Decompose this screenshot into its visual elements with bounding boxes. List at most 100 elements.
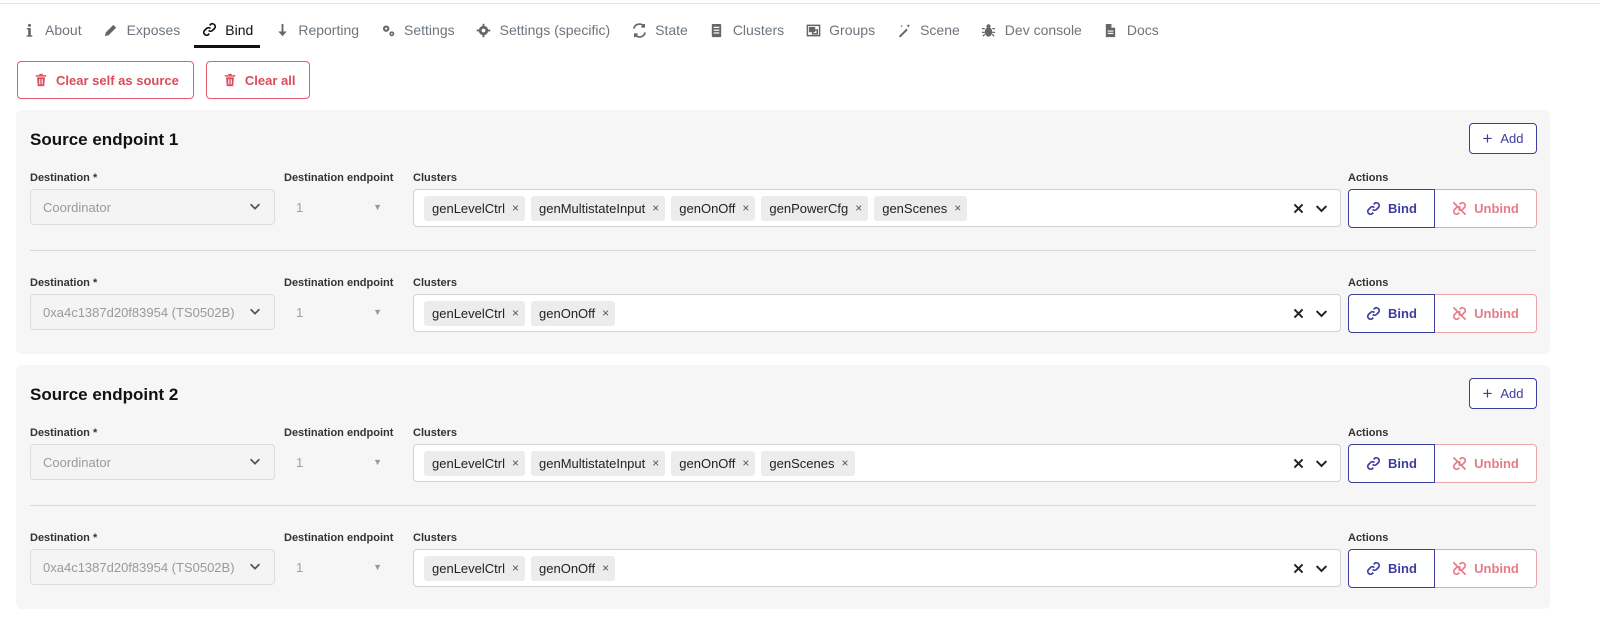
object-group-icon	[805, 22, 821, 38]
actions-label: Actions	[1348, 277, 1389, 289]
remove-chip-icon[interactable]: ×	[742, 201, 749, 215]
remove-chip-icon[interactable]: ×	[742, 456, 749, 470]
add-label: Add	[1500, 131, 1524, 146]
remove-chip-icon[interactable]: ×	[512, 201, 519, 215]
chevron-down-icon	[248, 199, 262, 216]
chevron-down-icon[interactable]	[1315, 562, 1328, 575]
destination-endpoint-label: Destination endpoint	[284, 427, 394, 439]
tab-dev-console[interactable]: Dev console	[974, 14, 1089, 46]
destination-endpoint-label: Destination endpoint	[284, 172, 394, 184]
remove-chip-icon[interactable]: ×	[954, 201, 961, 215]
remove-chip-icon[interactable]: ×	[512, 306, 519, 320]
unbind-button[interactable]: Unbind	[1435, 189, 1537, 228]
cluster-chip-label: genMultistateInput	[539, 455, 646, 471]
unlink-icon	[1452, 306, 1467, 321]
remove-chip-icon[interactable]: ×	[652, 201, 659, 215]
actions-label: Actions	[1348, 532, 1389, 544]
remove-chip-icon[interactable]: ×	[512, 456, 519, 470]
chevron-down-icon[interactable]	[1315, 202, 1328, 215]
add-binding-button[interactable]: + Add	[1469, 123, 1537, 154]
destination-endpoint-label: Destination endpoint	[284, 532, 394, 544]
binding-row: Destination * Destination endpoint Clust…	[16, 427, 1550, 505]
unbind-button[interactable]: Unbind	[1435, 444, 1537, 483]
tab-bind[interactable]: Bind	[194, 14, 261, 48]
bind-label: Bind	[1388, 201, 1417, 216]
file-icon	[1103, 22, 1119, 38]
tab-clusters[interactable]: Clusters	[702, 14, 791, 46]
multiselect-controls	[1292, 190, 1328, 226]
tab-label: About	[45, 22, 82, 38]
unbind-label: Unbind	[1474, 306, 1519, 321]
link-icon	[201, 22, 217, 38]
remove-chip-icon[interactable]: ×	[512, 561, 519, 575]
arrow-down-icon	[274, 22, 290, 38]
destination-endpoint-select[interactable]: 1 ▼	[284, 294, 394, 330]
remove-chip-icon[interactable]: ×	[841, 456, 848, 470]
destination-endpoint-select[interactable]: 1 ▼	[284, 549, 394, 585]
tab-docs[interactable]: Docs	[1096, 14, 1166, 46]
cluster-chip-label: genOnOff	[679, 200, 736, 216]
destination-select[interactable]: Coordinator	[30, 189, 275, 225]
clear-self-as-source-button[interactable]: Clear self as source	[17, 61, 194, 99]
tab-exposes[interactable]: Exposes	[96, 14, 188, 46]
bind-button[interactable]: Bind	[1348, 444, 1435, 483]
destination-label: Destination *	[30, 532, 98, 544]
clear-icon[interactable]	[1292, 562, 1305, 575]
remove-chip-icon[interactable]: ×	[602, 306, 609, 320]
remove-chip-icon[interactable]: ×	[652, 456, 659, 470]
tab-scene[interactable]: Scene	[889, 14, 967, 46]
chevron-down-icon[interactable]	[1315, 307, 1328, 320]
cluster-chip: genMultistateInput ×	[531, 450, 666, 476]
clear-icon[interactable]	[1292, 202, 1305, 215]
tab-settings-specific[interactable]: Settings (specific)	[469, 14, 617, 46]
endpoint-value: 1	[296, 199, 304, 215]
clusters-multiselect[interactable]: genLevelCtrl × genMultistateInput × genOnO…	[413, 189, 1341, 227]
destination-select[interactable]: Coordinator	[30, 444, 275, 480]
tab-about[interactable]: About	[14, 14, 89, 46]
bind-button[interactable]: Bind	[1348, 189, 1435, 228]
unbind-button[interactable]: Unbind	[1435, 549, 1537, 588]
add-label: Add	[1500, 386, 1524, 401]
tab-reporting[interactable]: Reporting	[267, 14, 366, 46]
clusters-label: Clusters	[413, 427, 458, 439]
tab-state[interactable]: State	[624, 14, 695, 46]
remove-chip-icon[interactable]: ×	[602, 561, 609, 575]
destination-endpoint-select[interactable]: 1 ▼	[284, 444, 394, 480]
bind-button[interactable]: Bind	[1348, 549, 1435, 588]
clear-icon[interactable]	[1292, 457, 1305, 470]
server-icon	[709, 22, 725, 38]
chevron-down-icon	[248, 304, 262, 321]
destination-endpoint-select[interactable]: 1 ▼	[284, 189, 394, 225]
source-endpoint-title: Source endpoint 1	[30, 130, 179, 149]
clear-icon[interactable]	[1292, 307, 1305, 320]
remove-chip-icon[interactable]: ×	[855, 201, 862, 215]
cluster-chip-label: genLevelCtrl	[432, 200, 505, 216]
tab-groups[interactable]: Groups	[798, 14, 882, 46]
clusters-multiselect[interactable]: genLevelCtrl × genOnOff ×	[413, 294, 1341, 332]
clusters-multiselect[interactable]: genLevelCtrl × genMultistateInput × genOnO…	[413, 444, 1341, 482]
destination-label: Destination *	[30, 172, 98, 184]
tab-label: Reporting	[298, 22, 360, 38]
bind-label: Bind	[1388, 561, 1417, 576]
clear-all-button[interactable]: Clear all	[205, 61, 311, 99]
link-icon	[1367, 561, 1381, 576]
endpoint-value: 1	[296, 454, 304, 470]
multiselect-controls	[1292, 295, 1328, 331]
destination-select[interactable]: 0xa4c1387d20f83954 (TS0502B)	[30, 549, 275, 585]
cluster-chip-label: genLevelCtrl	[432, 560, 505, 576]
cluster-chip: genScenes ×	[874, 195, 968, 221]
tab-settings[interactable]: Settings	[373, 14, 462, 46]
tab-label: Groups	[829, 22, 876, 38]
cluster-chip-label: genLevelCtrl	[432, 455, 505, 471]
clusters-multiselect[interactable]: genLevelCtrl × genOnOff ×	[413, 549, 1341, 587]
clusters-label: Clusters	[413, 532, 458, 544]
add-binding-button[interactable]: + Add	[1469, 378, 1537, 409]
destination-select[interactable]: 0xa4c1387d20f83954 (TS0502B)	[30, 294, 275, 330]
unbind-button[interactable]: Unbind	[1435, 294, 1537, 333]
info-icon	[21, 22, 37, 38]
chevron-down-icon[interactable]	[1315, 457, 1328, 470]
bind-button[interactable]: Bind	[1348, 294, 1435, 333]
destination-label: Destination *	[30, 427, 98, 439]
tab-label: Clusters	[732, 22, 785, 38]
tab-label: State	[655, 22, 688, 38]
